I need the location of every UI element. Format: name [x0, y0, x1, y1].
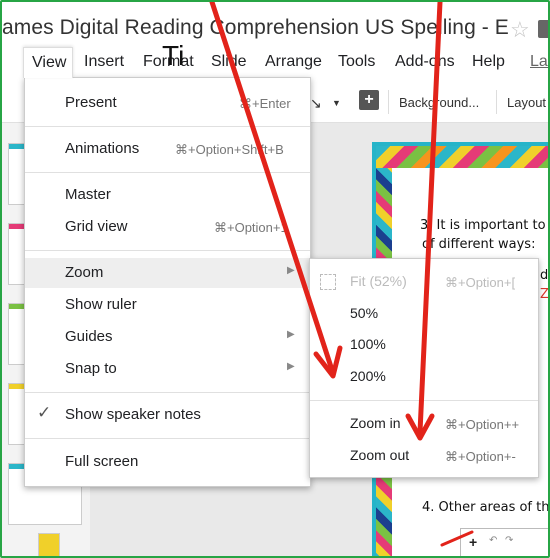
view-menu: Present ⌘+Enter Animations ⌘+Option+Shif…	[24, 77, 311, 487]
menu-divider	[25, 438, 310, 439]
submenu-item-50[interactable]: 50%	[310, 299, 538, 329]
speaker-notes-toolbar: + ↶ ↷	[460, 528, 548, 556]
menu-divider	[25, 392, 310, 393]
menu-item-full-screen[interactable]: Full screen	[25, 447, 310, 477]
menu-item-label: Animations	[65, 140, 140, 157]
menu-slide[interactable]: Slide	[211, 53, 247, 71]
toolbar-divider	[388, 90, 389, 114]
submenu-item-zoom-out[interactable]: Zoom out ⌘+Option+-	[310, 441, 538, 471]
menu-item-present[interactable]: Present ⌘+Enter	[25, 88, 310, 118]
add-comment-icon[interactable]: +	[359, 90, 379, 110]
menu-tools[interactable]: Tools	[338, 53, 375, 71]
slide-text[interactable]: Z	[540, 287, 548, 302]
submenu-item-label: 50%	[350, 305, 379, 321]
screenshot-frame: ames Digital Reading Comprehension US Sp…	[0, 0, 550, 558]
document-title[interactable]: ames Digital Reading Comprehension US Sp…	[2, 16, 509, 40]
slide-title[interactable]: Ti	[162, 40, 184, 72]
submenu-arrow-icon: ▶	[287, 329, 295, 340]
submenu-item-shortcut: ⌘+Option++	[445, 417, 520, 432]
background-button[interactable]: Background...	[399, 95, 479, 110]
menu-item-label: Snap to	[65, 360, 117, 377]
menu-item-animations[interactable]: Animations ⌘+Option+Shift+B	[25, 134, 310, 164]
menu-insert[interactable]: Insert	[84, 53, 124, 71]
submenu-item-label: Zoom out	[350, 447, 410, 463]
menu-item-label: Guides	[65, 328, 113, 345]
undo-icon[interactable]: ↶	[489, 535, 497, 546]
slide-text[interactable]: 4. Other areas of th	[422, 500, 548, 515]
submenu-item-label: 100%	[350, 336, 386, 352]
submenu-item-200[interactable]: 200%	[310, 362, 538, 392]
submenu-item-label: Fit (52%)	[350, 273, 407, 289]
line-tool-icon[interactable]: ↘	[310, 95, 322, 112]
zoom-submenu: Fit (52%) ⌘+Option+[ 50% 100% 200% Zoom …	[309, 258, 539, 478]
menu-divider	[25, 126, 310, 127]
menu-help[interactable]: Help	[472, 53, 505, 71]
submenu-divider	[310, 400, 538, 401]
menu-item-label: Present	[65, 94, 117, 111]
menu-item-label: Full screen	[65, 453, 139, 470]
submenu-item-fit[interactable]: Fit (52%) ⌘+Option+[	[310, 267, 538, 297]
menu-view[interactable]: View	[23, 47, 73, 78]
slide-text[interactable]: 3. It is important to	[420, 218, 546, 233]
menu-item-show-speaker-notes[interactable]: ✓ Show speaker notes	[25, 400, 310, 430]
menu-divider	[25, 250, 310, 251]
menu-item-snap-to[interactable]: Snap to ▶	[25, 354, 310, 384]
menu-divider	[25, 172, 310, 173]
menu-arrange[interactable]: Arrange	[265, 53, 322, 71]
submenu-item-shortcut: ⌘+Option+[	[445, 275, 516, 290]
checkmark-icon: ✓	[37, 403, 52, 422]
menu-item-shortcut: ⌘+Option+1	[214, 220, 288, 235]
add-icon[interactable]: +	[469, 534, 477, 550]
last-edit-link[interactable]: Las	[530, 53, 548, 71]
submenu-arrow-icon: ▶	[287, 361, 295, 372]
menu-item-label: Show ruler	[65, 296, 137, 313]
menu-item-label: Grid view	[65, 218, 128, 235]
menu-item-show-ruler[interactable]: Show ruler	[25, 290, 310, 320]
toolbar-divider	[496, 90, 497, 114]
menu-item-label: Master	[65, 186, 111, 203]
chevron-down-icon[interactable]: ▼	[332, 98, 341, 108]
menu-item-label: Show speaker notes	[65, 406, 201, 423]
star-icon[interactable]: ☆	[510, 17, 530, 43]
folder-icon[interactable]	[538, 20, 548, 38]
menu-item-zoom[interactable]: Zoom ▶	[25, 258, 310, 288]
submenu-item-zoom-in[interactable]: Zoom in ⌘+Option++	[310, 409, 538, 439]
menu-item-shortcut: ⌘+Enter	[239, 96, 291, 111]
slide-border-pattern	[376, 146, 548, 168]
submenu-item-100[interactable]: 100%	[310, 330, 538, 360]
layout-button[interactable]: Layout	[507, 95, 546, 110]
submenu-item-label: 200%	[350, 368, 386, 384]
redo-icon[interactable]: ↷	[505, 535, 513, 546]
menu-add-ons[interactable]: Add-ons	[395, 53, 455, 71]
menu-item-shortcut: ⌘+Option+Shift+B	[175, 142, 284, 157]
fit-icon	[320, 274, 336, 290]
slide-thumbnail[interactable]	[38, 533, 60, 556]
submenu-item-shortcut: ⌘+Option+-	[445, 449, 516, 464]
menu-item-master[interactable]: Master	[25, 180, 310, 210]
submenu-item-label: Zoom in	[350, 415, 401, 431]
slide-text[interactable]: d	[540, 268, 548, 283]
submenu-arrow-icon: ▶	[287, 265, 295, 276]
menu-item-grid-view[interactable]: Grid view ⌘+Option+1	[25, 212, 310, 242]
menu-item-guides[interactable]: Guides ▶	[25, 322, 310, 352]
slide-text[interactable]: of different ways:	[422, 237, 535, 252]
menu-item-label: Zoom	[65, 264, 104, 281]
menubar: View Insert Format Slide Arrange Tools A…	[2, 47, 548, 78]
menu-view-label: View	[32, 54, 67, 71]
